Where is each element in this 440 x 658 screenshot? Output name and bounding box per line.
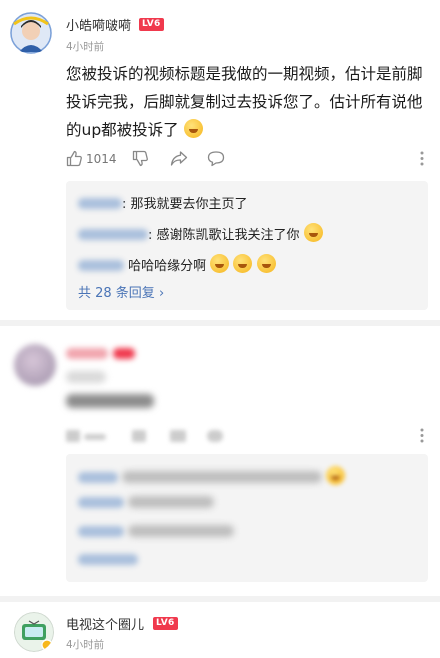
level-badge: LV6 bbox=[139, 18, 164, 31]
thumbs-down-icon bbox=[132, 150, 148, 167]
comment-text: 您被投诉的视频标题是我做的一期视频，估计是前脚 投诉完我，后脚就复制过去投诉您了… bbox=[66, 60, 432, 144]
dislike-button[interactable] bbox=[132, 150, 149, 167]
comment-text-line-2: 投诉完我，后脚就复制过去投诉您了。估计所有说他 bbox=[66, 93, 423, 111]
laughing-emoji-icon bbox=[210, 254, 230, 273]
like-count: 1014 bbox=[86, 151, 117, 166]
reply-username-redacted bbox=[78, 198, 122, 209]
comment-text-line-3-text: 的up都被投诉了 bbox=[66, 121, 179, 139]
action-icons-redacted bbox=[66, 430, 223, 442]
action-bar-redacted bbox=[66, 426, 436, 444]
action-bar: 1014 bbox=[66, 150, 436, 172]
comment-bubble-icon bbox=[207, 151, 225, 167]
reply-username-redacted bbox=[78, 472, 118, 483]
reply-item[interactable]: 哈哈哈缘分啊 bbox=[78, 254, 276, 274]
reply-preview-box-redacted[interactable] bbox=[66, 454, 428, 582]
reply-item-redacted bbox=[78, 466, 346, 486]
laughing-emoji-icon bbox=[183, 119, 203, 138]
reply-username-redacted bbox=[78, 260, 124, 271]
laughing-emoji-icon bbox=[256, 254, 276, 273]
reply-text: : 感谢陈凯歌让我关注了你 bbox=[148, 228, 300, 243]
timestamp: 4小时前 bbox=[66, 41, 105, 53]
reply-link-redacted bbox=[78, 554, 138, 565]
view-all-replies-link[interactable]: 共 28 条回复 › bbox=[78, 282, 164, 301]
username[interactable]: 电视这个圈儿 bbox=[66, 614, 144, 633]
avatar[interactable] bbox=[14, 344, 56, 386]
reply-item-redacted bbox=[78, 525, 235, 540]
reply-item[interactable]: : 感谢陈凯歌让我关注了你 bbox=[78, 223, 323, 243]
comment-text-line-3: 的up都被投诉了 bbox=[66, 116, 432, 144]
reply-text-redacted bbox=[128, 525, 235, 537]
avatar-image bbox=[10, 12, 52, 54]
reply-preview-box[interactable]: : 那我就要去你主页了 : 感谢陈凯歌让我关注了你 哈哈哈缘分啊 共 28 条回… bbox=[66, 181, 428, 310]
reply-button[interactable] bbox=[207, 150, 225, 167]
comment-1: 小皓嗬啵嗬 LV6 4小时前 您被投诉的视频标题是我做的一期视频，估计是前脚 投… bbox=[0, 0, 440, 318]
comment-3: 电视这个圈儿 LV6 4小时前 bbox=[0, 602, 440, 658]
reply-item-redacted bbox=[78, 553, 138, 568]
avatar[interactable] bbox=[14, 612, 54, 652]
comment-text-line-1: 您被投诉的视频标题是我做的一期视频，估计是前脚 bbox=[66, 65, 423, 83]
reply-item[interactable]: : 那我就要去你主页了 bbox=[78, 193, 248, 212]
chevron-right-icon: › bbox=[158, 286, 165, 301]
more-vertical-icon bbox=[420, 151, 424, 166]
username-redacted bbox=[66, 348, 108, 359]
more-options-button[interactable] bbox=[419, 427, 425, 448]
reply-username-redacted bbox=[78, 526, 124, 537]
share-button[interactable] bbox=[170, 150, 188, 167]
laughing-emoji-icon bbox=[233, 254, 253, 273]
like-button[interactable]: 1014 bbox=[66, 150, 117, 167]
reply-username-redacted bbox=[78, 229, 148, 240]
reply-text-redacted bbox=[122, 471, 323, 483]
more-options-button[interactable] bbox=[419, 150, 425, 167]
comment-text-redacted bbox=[66, 394, 154, 408]
reply-username-redacted bbox=[78, 497, 124, 508]
tongue-emoji-icon bbox=[303, 223, 323, 242]
reply-text: : 那我就要去你主页了 bbox=[122, 197, 248, 212]
share-icon bbox=[170, 151, 188, 166]
emoji-icon bbox=[326, 466, 346, 485]
avatar-image bbox=[14, 612, 54, 652]
username[interactable]: 小皓嗬啵嗬 bbox=[66, 15, 131, 34]
reply-text-redacted bbox=[128, 496, 215, 508]
timestamp-redacted bbox=[66, 371, 106, 383]
comment-2-redacted bbox=[0, 326, 440, 594]
timestamp: 4小时前 bbox=[66, 639, 105, 651]
avatar[interactable] bbox=[10, 12, 52, 54]
thumbs-up-icon bbox=[66, 150, 82, 167]
level-badge: LV6 bbox=[153, 617, 178, 630]
reply-item-redacted bbox=[78, 496, 215, 511]
more-vertical-icon bbox=[420, 428, 424, 443]
reply-text: 哈哈哈缘分啊 bbox=[128, 259, 207, 274]
view-all-replies-label: 共 28 条回复 bbox=[78, 286, 155, 301]
level-badge-redacted bbox=[113, 348, 135, 359]
